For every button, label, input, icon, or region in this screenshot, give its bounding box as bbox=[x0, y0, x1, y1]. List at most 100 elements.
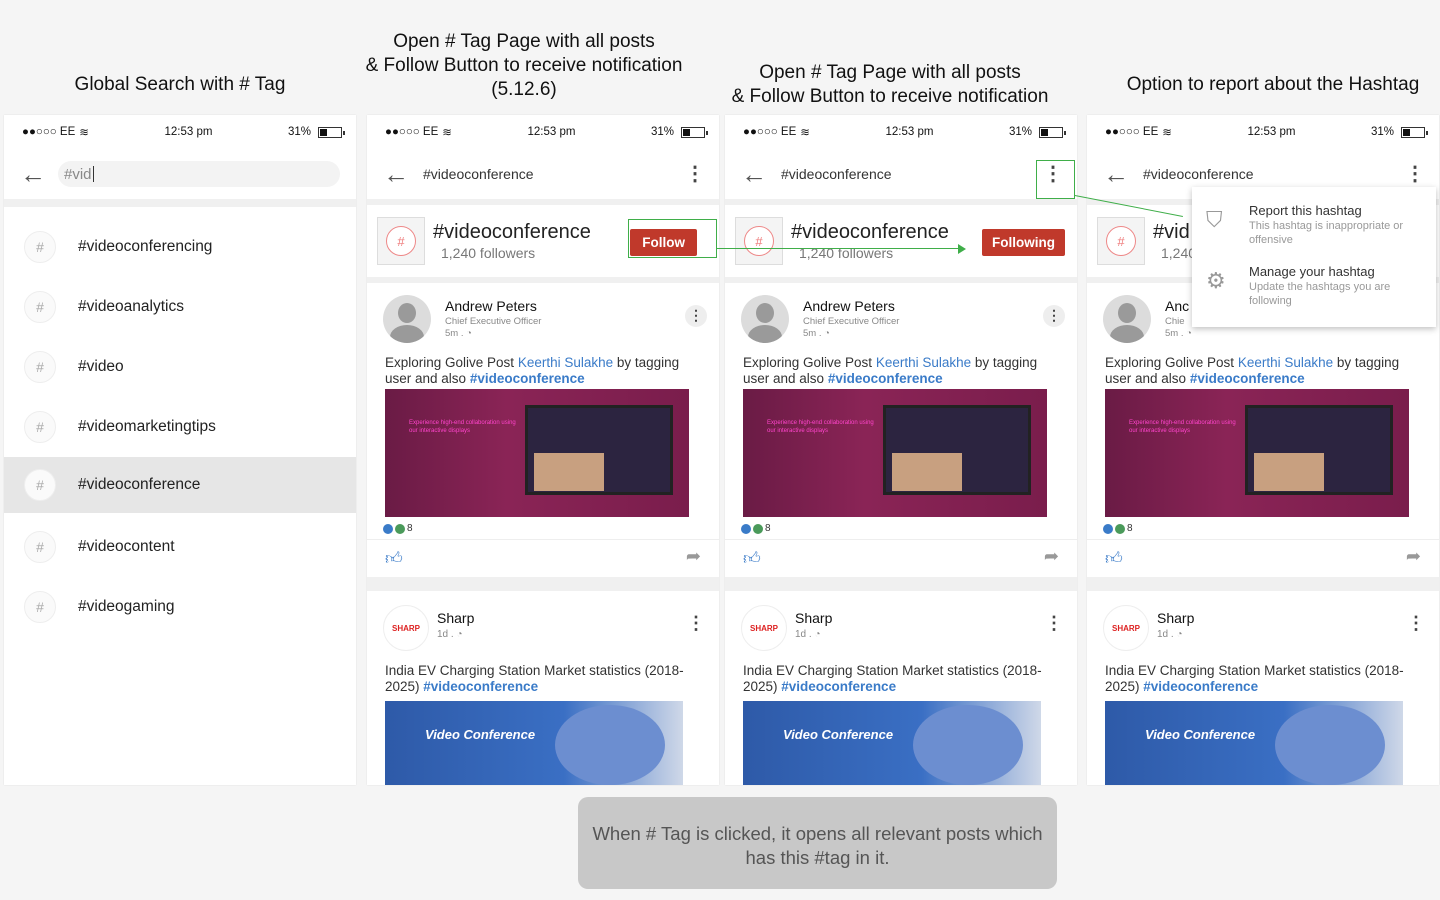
more-vert-icon[interactable]: ⋮ bbox=[685, 164, 705, 184]
avatar[interactable] bbox=[741, 295, 789, 343]
share-icon[interactable]: ➦ bbox=[1044, 546, 1059, 567]
post-image[interactable]: Experience high-end collaboration using … bbox=[385, 389, 689, 517]
post-more-icon[interactable]: ⋮ bbox=[1045, 613, 1063, 634]
app-bar: ← #videoconference ⋮ bbox=[367, 149, 719, 199]
post-time: 5m . ◔ bbox=[803, 328, 830, 339]
reactions[interactable]: 8 bbox=[741, 523, 771, 534]
post-image[interactable]: Video Conference bbox=[743, 701, 1041, 785]
search-result-item[interactable]: # #videogaming bbox=[4, 577, 356, 637]
phone-search-screen: ●●○○○ EE ≋ 12:53 pm 31% ← #vid # #videocon… bbox=[4, 115, 356, 785]
post-image[interactable]: Video Conference bbox=[1105, 701, 1403, 785]
hashtag-options-menu: ⛉ Report this hashtag This hashtag is in… bbox=[1192, 187, 1436, 327]
mention-link[interactable]: Keerthi Sulakhe bbox=[1238, 355, 1333, 370]
post-card: SHARP Sharp 1d . ◔ ⋮ India EV Charging S… bbox=[725, 591, 1077, 785]
post-more-icon[interactable]: ⋮ bbox=[685, 305, 707, 327]
post-image[interactable]: Experience high-end collaboration using … bbox=[743, 389, 1047, 517]
battery-icon bbox=[318, 126, 345, 138]
back-arrow-icon[interactable]: ← bbox=[383, 161, 413, 187]
result-label: #videogaming bbox=[78, 598, 175, 615]
post-time-label: 1d . bbox=[437, 629, 454, 640]
hashtag-link[interactable]: #videoconference bbox=[1143, 679, 1258, 694]
post-author[interactable]: Sharp bbox=[795, 610, 832, 626]
post-text: Exploring Golive Post Keerthi Sulakhe by… bbox=[743, 355, 1057, 387]
manage-hashtag-option[interactable]: ⚙ Manage your hashtag Update the hashtag… bbox=[1192, 264, 1436, 308]
globe-icon: ◔ bbox=[1176, 629, 1183, 640]
search-result-item[interactable]: # #videoanalytics bbox=[4, 277, 356, 337]
display-illustration bbox=[525, 405, 673, 495]
appbar-title: #videoconference bbox=[423, 166, 534, 182]
post-author[interactable]: Sharp bbox=[437, 610, 474, 626]
status-time: 12:53 pm bbox=[885, 126, 934, 138]
mention-link[interactable]: Keerthi Sulakhe bbox=[876, 355, 971, 370]
appbar-title: #videoconference bbox=[1143, 166, 1254, 182]
thumbs-up-icon[interactable]: 👍︎ bbox=[743, 548, 761, 569]
avatar[interactable] bbox=[1103, 295, 1151, 343]
post-author[interactable]: Andrew Peters bbox=[803, 298, 895, 314]
post-text: Exploring Golive Post Keerthi Sulakhe by… bbox=[385, 355, 699, 387]
menu-item-title: Report this hashtag bbox=[1249, 203, 1362, 218]
search-result-item[interactable]: # #videocontent bbox=[4, 517, 356, 577]
thumbs-up-icon[interactable]: 👍︎ bbox=[385, 548, 403, 569]
following-button[interactable]: Following bbox=[982, 229, 1065, 256]
hashtag-link[interactable]: #videoconference bbox=[470, 371, 585, 386]
post-text: India EV Charging Station Market statist… bbox=[743, 663, 1057, 695]
globe-icon: ◔ bbox=[456, 629, 463, 640]
post-author[interactable]: Anc bbox=[1165, 298, 1189, 314]
avatar[interactable] bbox=[383, 295, 431, 343]
caption-line: (5.12.6) bbox=[491, 79, 557, 100]
hashtag-link[interactable]: #videoconference bbox=[423, 679, 538, 694]
hashtag-icon: # bbox=[24, 291, 56, 323]
search-input[interactable]: #vid bbox=[58, 161, 340, 187]
hashtag-link[interactable]: #videoconference bbox=[828, 371, 943, 386]
phone-tag-page-follow: ●●○○○ EE ≋ 12:53 pm 31% ← #videoconferenc… bbox=[367, 115, 719, 785]
result-label: #videoconferencing bbox=[78, 238, 213, 255]
thumbs-up-icon[interactable]: 👍︎ bbox=[1105, 548, 1123, 569]
status-bar: ●●○○○ EE ≋ 12:53 pm 31% bbox=[725, 115, 1077, 149]
search-result-item[interactable]: # #video bbox=[4, 337, 356, 397]
caption-line: & Follow Button to receive notification bbox=[365, 55, 683, 76]
shield-alert-icon: ⛉ bbox=[1206, 207, 1223, 232]
post-time: 1d . ◔ bbox=[795, 629, 821, 640]
company-logo[interactable]: SHARP bbox=[383, 605, 429, 651]
hashtag-link[interactable]: #videoconference bbox=[1190, 371, 1305, 386]
back-arrow-icon[interactable]: ← bbox=[20, 161, 50, 187]
post-card: Andrew Peters Chief Executive Officer 5m… bbox=[367, 283, 719, 577]
post-time: 1d . ◔ bbox=[437, 629, 463, 640]
post-more-icon[interactable]: ⋮ bbox=[1043, 305, 1065, 327]
hashtag-icon: # bbox=[744, 226, 774, 256]
post-image[interactable]: Video Conference bbox=[385, 701, 683, 785]
post-author[interactable]: Andrew Peters bbox=[445, 298, 537, 314]
reactions[interactable]: 8 bbox=[383, 523, 413, 534]
search-result-item[interactable]: # #videomarketingtips bbox=[4, 397, 356, 457]
post-more-icon[interactable]: ⋮ bbox=[687, 613, 705, 634]
company-logo[interactable]: SHARP bbox=[741, 605, 787, 651]
post-author[interactable]: Sharp bbox=[1157, 610, 1194, 626]
back-arrow-icon[interactable]: ← bbox=[741, 161, 771, 187]
caption-tag-page-following: Open # Tag Page with all posts & Follow … bbox=[700, 61, 1080, 109]
post-text: India EV Charging Station Market statist… bbox=[385, 663, 699, 695]
menu-item-subtitle: Update the hashtags you are following bbox=[1249, 281, 1391, 307]
report-hashtag-option[interactable]: ⛉ Report this hashtag This hashtag is in… bbox=[1192, 203, 1436, 247]
back-arrow-icon[interactable]: ← bbox=[1103, 161, 1133, 187]
mention-link[interactable]: Keerthi Sulakhe bbox=[518, 355, 613, 370]
carrier: ●●○○○ EE bbox=[1105, 126, 1159, 138]
post-card: SHARP Sharp 1d . ◔ ⋮ India EV Charging S… bbox=[367, 591, 719, 785]
result-label: #videomarketingtips bbox=[78, 418, 216, 435]
more-vert-icon[interactable]: ⋮ bbox=[1405, 164, 1425, 184]
share-icon[interactable]: ➦ bbox=[686, 546, 701, 567]
post-time-label: 1d . bbox=[795, 629, 812, 640]
reactions[interactable]: 8 bbox=[1103, 523, 1133, 534]
search-result-item[interactable]: # #videoconferencing bbox=[4, 217, 356, 277]
company-logo[interactable]: SHARP bbox=[1103, 605, 1149, 651]
post-more-icon[interactable]: ⋮ bbox=[1407, 613, 1425, 634]
video-face-illustration bbox=[1254, 453, 1324, 491]
appbar-title: #videoconference bbox=[781, 166, 892, 182]
hashtag-icon: # bbox=[1106, 226, 1136, 256]
post-image[interactable]: Experience high-end collaboration using … bbox=[1105, 389, 1409, 517]
post-time: 5m . ◔ bbox=[1165, 328, 1192, 339]
hashtag-link[interactable]: #videoconference bbox=[781, 679, 896, 694]
search-result-item-selected[interactable]: # #videoconference bbox=[4, 457, 356, 513]
like-reaction-icon bbox=[383, 523, 393, 534]
hashtag-icon: # bbox=[24, 411, 56, 443]
share-icon[interactable]: ➦ bbox=[1406, 546, 1421, 567]
